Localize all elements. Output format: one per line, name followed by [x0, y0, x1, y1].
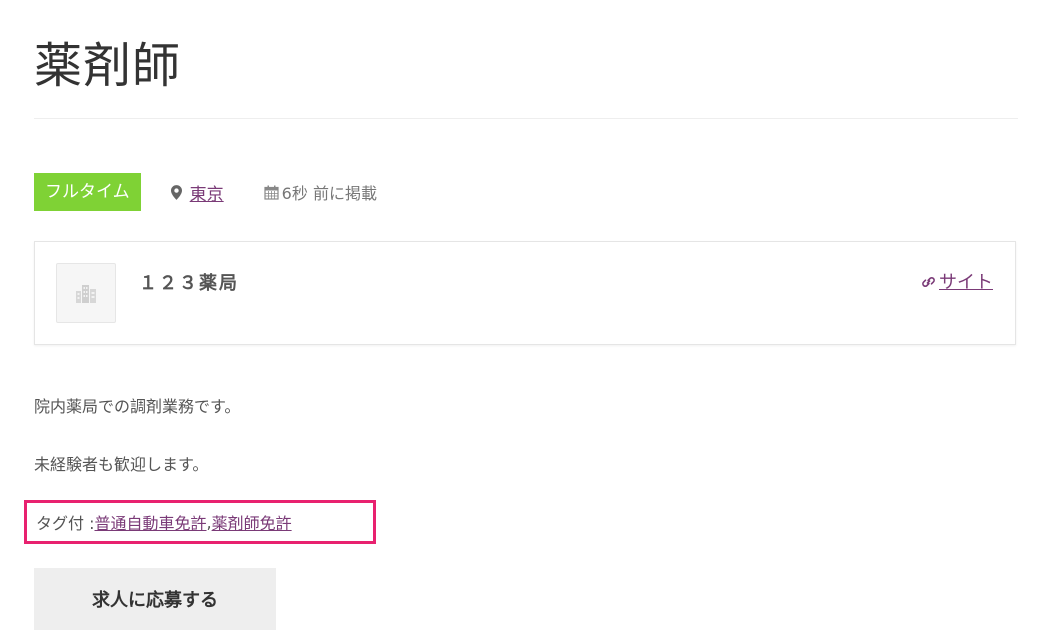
description-paragraph: 院内薬局での調剤業務です。	[34, 397, 241, 416]
tags-label: タグ付 :	[36, 514, 95, 533]
job-posted-date: 6秒 前に掲載	[264, 180, 377, 204]
calendar-icon	[264, 185, 279, 200]
building-placeholder-icon	[76, 285, 96, 303]
job-tags: タグ付 : 普通自動車免許, 薬剤師免許	[24, 500, 376, 544]
company-logo	[56, 263, 116, 323]
link-icon	[922, 277, 935, 287]
company-name: １２３薬局	[139, 273, 239, 294]
title-divider	[34, 118, 1018, 119]
company-site-link[interactable]: サイト	[939, 268, 993, 294]
company-card: １２３薬局 サイト	[34, 241, 1016, 345]
apply-button[interactable]: 求人に応募する	[34, 568, 276, 630]
posted-text: 6秒 前に掲載	[281, 184, 377, 203]
tag-link[interactable]: 普通自動車免許	[94, 510, 206, 534]
description-paragraph: 未経験者も歓迎します。	[34, 455, 209, 474]
map-marker-icon	[170, 184, 182, 200]
job-location: 東京	[170, 180, 224, 205]
location-link[interactable]: 東京	[190, 180, 224, 205]
job-meta: フルタイム 東京 6秒 前に掲載	[34, 173, 377, 211]
job-type-badge: フルタイム	[34, 173, 141, 211]
job-title: 薬剤師	[34, 38, 182, 94]
tag-link[interactable]: 薬剤師免許	[212, 510, 292, 534]
company-site: サイト	[920, 268, 993, 294]
